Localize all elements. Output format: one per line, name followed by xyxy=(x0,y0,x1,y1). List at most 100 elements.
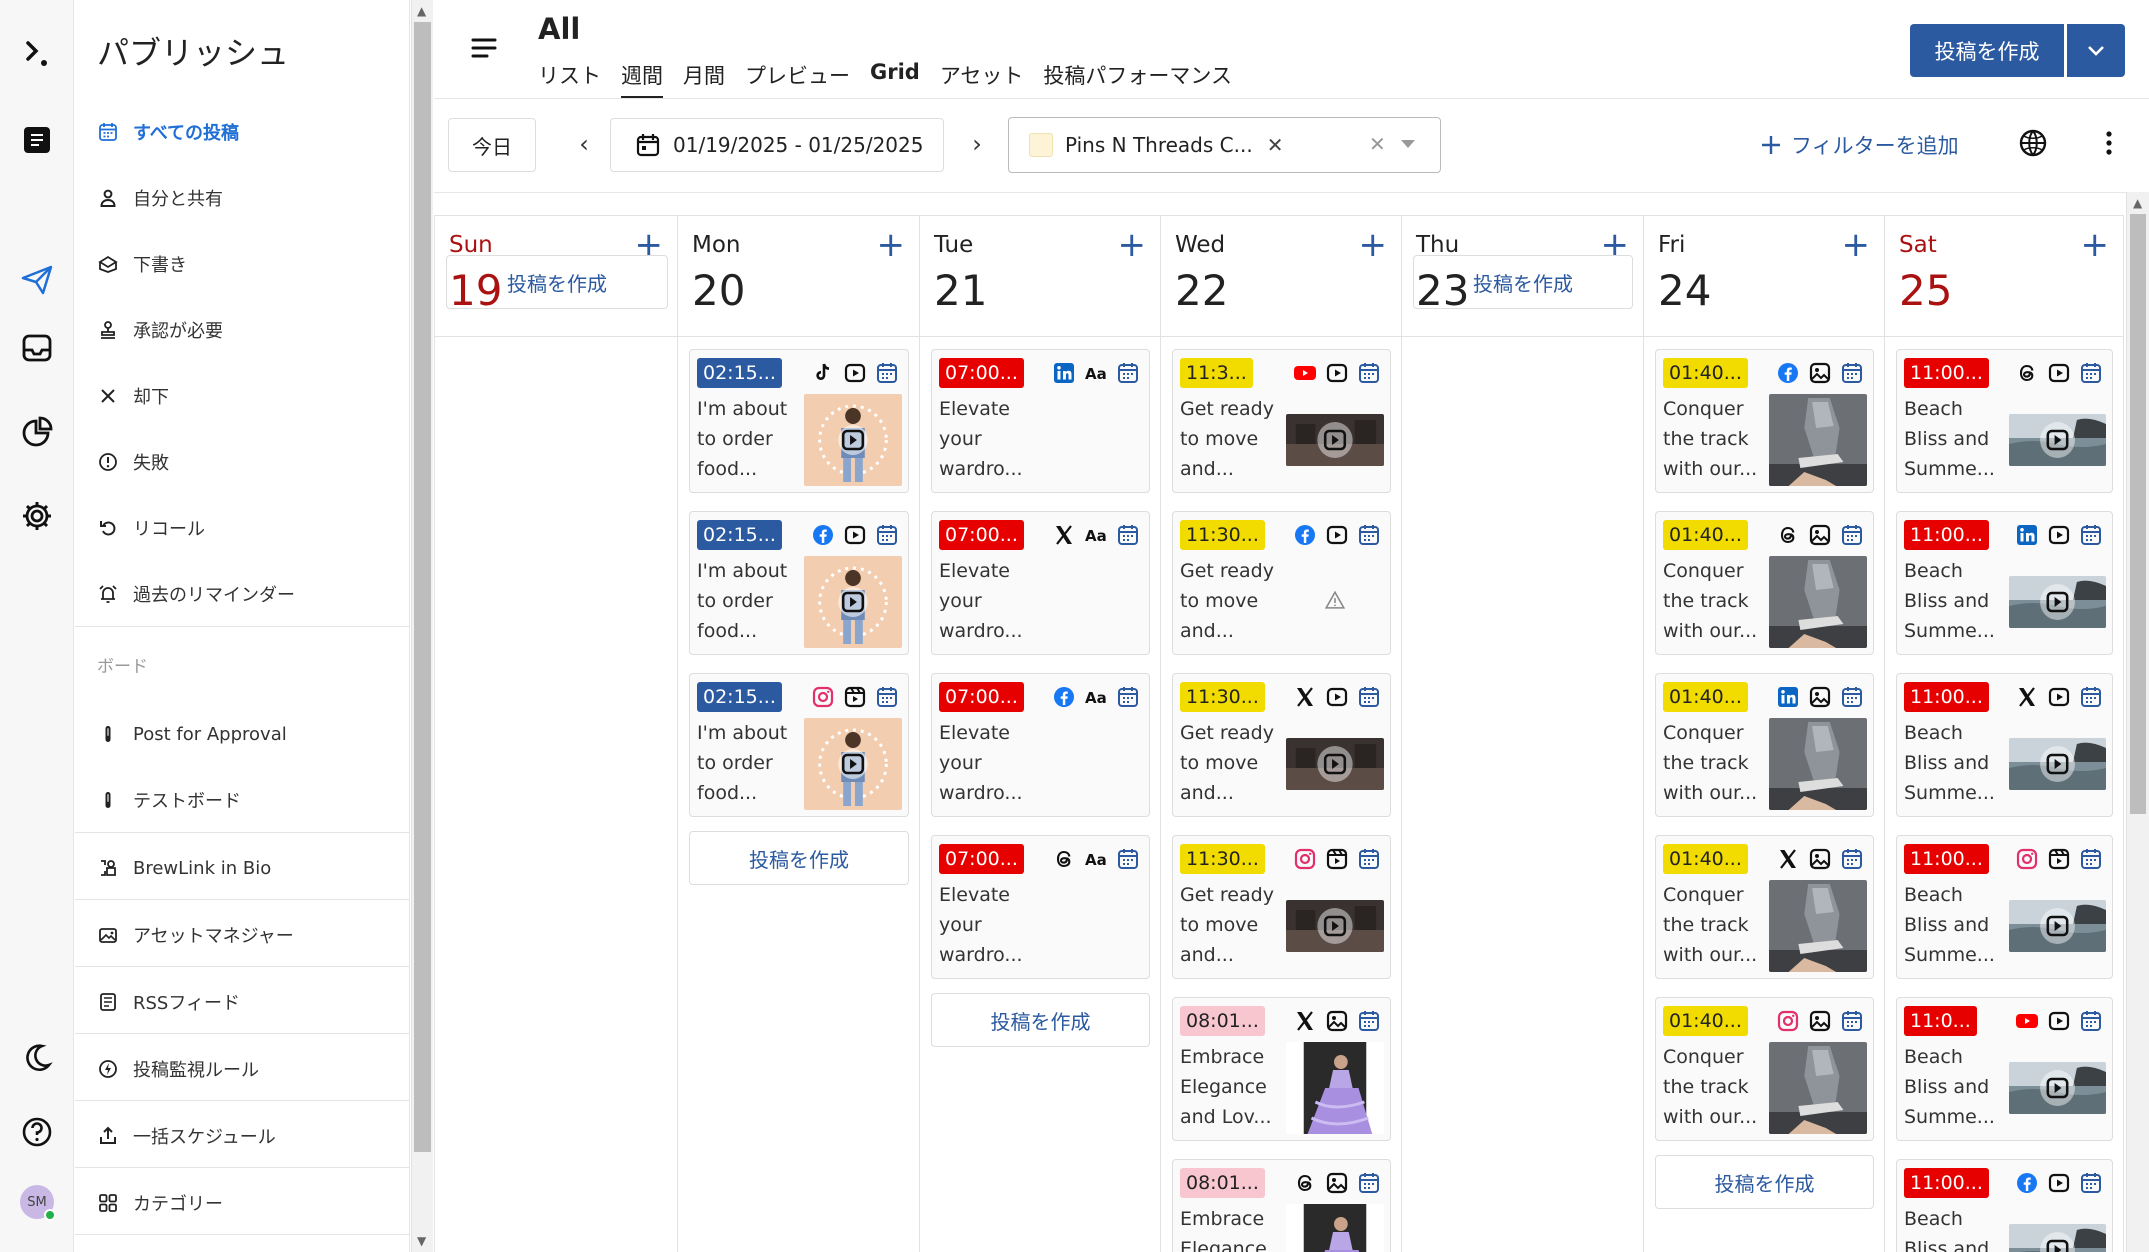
day-number: 24 xyxy=(1658,266,1712,315)
post-card[interactable]: 01:40... Conquer the track with our... xyxy=(1655,349,1874,493)
add-post-plus-icon[interactable]: + xyxy=(877,228,906,262)
more-vertical-icon[interactable] xyxy=(2094,128,2124,158)
chip-remove-icon[interactable]: ✕ xyxy=(1267,133,1284,157)
add-post-plus-icon[interactable]: + xyxy=(2081,228,2110,262)
post-card[interactable]: 11:00... Beach Bliss and Summe... xyxy=(1896,835,2113,979)
x-icon xyxy=(1292,684,1318,710)
post-icons xyxy=(1775,360,1865,386)
compose-icon[interactable] xyxy=(11,114,63,166)
create-post-inline-button[interactable]: 投稿を作成 xyxy=(446,255,668,309)
post-card[interactable]: 01:40... Conquer the track with our... xyxy=(1655,997,1874,1141)
post-card[interactable]: 08:01... Embrace Elegance and Lov... xyxy=(1172,997,1391,1141)
avatar[interactable]: SM xyxy=(11,1176,63,1228)
sidebar-item-nav-3[interactable]: 承認が必要 xyxy=(97,308,223,352)
timezone-globe-icon[interactable] xyxy=(2018,128,2048,158)
sidebar-item-nav-2[interactable]: 下書き xyxy=(97,242,187,286)
post-card[interactable]: 02:15... I'm about to order food... xyxy=(689,673,909,817)
post-card[interactable]: 11:30... Get ready to move and... xyxy=(1172,673,1391,817)
sidebar-scroll-thumb[interactable] xyxy=(414,22,431,1152)
tab-0[interactable]: リスト xyxy=(538,60,601,99)
inbox-icon[interactable] xyxy=(11,322,63,374)
tab-1[interactable]: 週間 xyxy=(621,60,663,99)
add-post-plus-icon[interactable]: + xyxy=(1359,228,1388,262)
post-card[interactable]: 11:3... Get ready to move and... xyxy=(1172,349,1391,493)
scroll-down-icon[interactable]: ▼ xyxy=(417,1234,426,1248)
create-post-inline-button[interactable]: 投稿を作成 xyxy=(931,993,1150,1047)
sidebar-item-tool-5[interactable]: カテゴリー xyxy=(97,1181,223,1225)
post-card[interactable]: 07:00... Aa Elevate your wardro... xyxy=(931,511,1150,655)
tab-2[interactable]: 月間 xyxy=(683,60,725,99)
post-time-badge: 02:15... xyxy=(697,682,782,712)
next-week-icon[interactable]: › xyxy=(961,128,993,160)
sidebar-item-nav-7[interactable]: 過去のリマインダー xyxy=(97,572,295,616)
hamburger-icon[interactable] xyxy=(470,34,498,62)
today-button[interactable]: 今日 xyxy=(448,118,536,172)
post-card[interactable]: 07:00... Aa Elevate your wardro... xyxy=(931,673,1150,817)
prev-week-icon[interactable]: ‹ xyxy=(568,128,600,160)
publish-icon[interactable] xyxy=(11,254,63,306)
scroll-up-icon[interactable]: ▲ xyxy=(417,4,426,18)
create-post-button[interactable]: 投稿を作成 xyxy=(1910,24,2064,77)
add-post-plus-icon[interactable]: + xyxy=(1842,228,1871,262)
post-icons xyxy=(2014,522,2104,548)
sidebar-item-nav-5[interactable]: 失敗 xyxy=(97,440,169,484)
sidebar-item-tool-0[interactable]: BrewLink in Bio xyxy=(97,846,271,890)
post-card[interactable]: 11:00... Beach Bliss and Summe... xyxy=(1896,673,2113,817)
sidebar-item-board-0[interactable]: Post for Approval xyxy=(97,712,287,756)
post-card[interactable]: 02:15... I'm about to order food... xyxy=(689,349,909,493)
post-card[interactable]: 11:00... Beach Bliss and Summe... xyxy=(1896,511,2113,655)
sidebar-item-nav-1[interactable]: 自分と共有 xyxy=(97,176,223,220)
add-filter-button[interactable]: フィルターを追加 xyxy=(1759,130,1959,160)
sidebar-item-tool-1[interactable]: アセットマネジャー xyxy=(97,913,294,957)
post-card[interactable]: 11:30... Get ready to move and... xyxy=(1172,511,1391,655)
account-chip[interactable]: Pins N Threads C... ✕ xyxy=(1029,133,1283,157)
post-card[interactable]: 01:40... Conquer the track with our... xyxy=(1655,511,1874,655)
post-card[interactable]: 02:15... I'm about to order food... xyxy=(689,511,909,655)
settings-icon[interactable] xyxy=(11,490,63,542)
post-card[interactable]: 01:40... Conquer the track with our... xyxy=(1655,835,1874,979)
create-post-inline-button[interactable]: 投稿を作成 xyxy=(689,831,909,885)
tab-6[interactable]: 投稿パフォーマンス xyxy=(1043,60,1232,99)
calendar-scrollbar[interactable]: ▲ xyxy=(2126,192,2149,1252)
post-card[interactable]: 08:01... Embrace Elegance and Lov... xyxy=(1172,1159,1391,1252)
add-post-plus-icon[interactable]: + xyxy=(1118,228,1147,262)
tab-4[interactable]: Grid xyxy=(870,60,920,99)
sidebar-item-tool-3[interactable]: 投稿監視ルール xyxy=(97,1047,259,1091)
account-filter-select[interactable]: Pins N Threads C... ✕ ✕ xyxy=(1008,117,1441,173)
sidebar-scrollbar[interactable]: ▲ ▼ xyxy=(411,0,433,1252)
post-card[interactable]: 07:00... Aa Elevate your wardro... xyxy=(931,835,1150,979)
rss-icon xyxy=(97,991,119,1013)
post-caption: Elevate your wardro... xyxy=(939,560,1023,642)
tab-3[interactable]: プレビュー xyxy=(745,60,850,99)
create-post-dropdown[interactable] xyxy=(2067,24,2125,77)
post-card[interactable]: 11:00... Beach Bliss and Summe... xyxy=(1896,1159,2113,1252)
scroll-up-icon[interactable]: ▲ xyxy=(2133,196,2142,210)
post-card[interactable]: 01:40... Conquer the track with our... xyxy=(1655,673,1874,817)
calendar-scroll-thumb[interactable] xyxy=(2130,214,2146,814)
post-card[interactable]: 11:30... Get ready to move and... xyxy=(1172,835,1391,979)
day-column-sat: Sat 25 +11:00... Beach Bliss and Summe... 11… xyxy=(1885,215,2124,1252)
analytics-icon[interactable] xyxy=(11,406,63,458)
sidebar-item-tool-2[interactable]: RSSフィード xyxy=(97,980,240,1024)
sidebar-item-tool-4[interactable]: 一括スケジュール xyxy=(97,1114,276,1158)
sidebar-item-board-1[interactable]: テストボード xyxy=(97,778,241,822)
sidebar-item-nav-6[interactable]: リコール xyxy=(97,506,205,550)
post-thumbnail xyxy=(1286,414,1384,466)
create-post-inline-button[interactable]: 投稿を作成 xyxy=(1655,1155,1874,1209)
video-icon xyxy=(842,522,868,548)
clear-selection-icon[interactable]: ✕ xyxy=(1369,132,1386,156)
post-card[interactable]: 11:00... Beach Bliss and Summe... xyxy=(1896,349,2113,493)
calendar-icon xyxy=(2078,1008,2104,1034)
logo-icon[interactable] xyxy=(11,28,63,80)
tab-5[interactable]: アセット xyxy=(940,60,1024,99)
date-range-picker[interactable]: 01/19/2025 - 01/25/2025 xyxy=(610,118,944,172)
dark-mode-icon[interactable] xyxy=(11,1032,63,1084)
post-card[interactable]: 07:00... Aa Elevate your wardro... xyxy=(931,349,1150,493)
create-post-inline-button[interactable]: 投稿を作成 xyxy=(1413,255,1633,309)
post-card[interactable]: 11:0... Beach Bliss and Summe... xyxy=(1896,997,2113,1141)
help-icon[interactable] xyxy=(11,1106,63,1158)
sidebar-item-nav-0[interactable]: すべての投稿 xyxy=(97,110,239,154)
sidebar-item-nav-4[interactable]: 却下 xyxy=(97,374,169,418)
select-caret-icon[interactable] xyxy=(1401,140,1415,148)
calendar-icon xyxy=(1356,846,1382,872)
